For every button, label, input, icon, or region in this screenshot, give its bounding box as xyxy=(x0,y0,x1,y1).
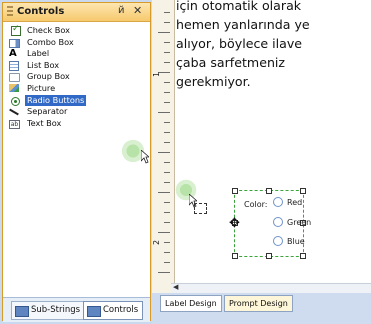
resize-handle[interactable] xyxy=(232,253,238,259)
radio-label: Green xyxy=(287,218,312,227)
control-item-label: Check Box xyxy=(27,25,71,35)
resize-handle[interactable] xyxy=(232,188,238,194)
control-item-label: List Box xyxy=(27,59,60,70)
radio-red[interactable]: Red xyxy=(273,197,302,207)
ruler-number: 2 xyxy=(152,239,162,246)
label-icon: A xyxy=(9,48,17,60)
tab-sub-strings[interactable]: Sub-Strings xyxy=(11,301,86,320)
drag-cursor-icon xyxy=(141,150,149,164)
description-line: gerekmiyor. xyxy=(176,74,251,89)
tab-label: Sub-Strings xyxy=(31,305,81,315)
description-line: için otomatik olarak xyxy=(176,0,302,13)
design-tab-strip: Label Design Prompt Design xyxy=(152,293,371,324)
resize-handle[interactable] xyxy=(266,253,272,259)
control-item-label: Combo Box xyxy=(27,36,74,47)
radio-label: Blue xyxy=(287,237,305,246)
description-line: hemen yanlarında ye xyxy=(176,17,310,32)
pin-icon[interactable]: й xyxy=(118,5,125,16)
tab-label-design[interactable]: Label Design xyxy=(160,295,222,312)
control-item-check-box[interactable]: Check Box xyxy=(9,24,119,37)
combobox-icon xyxy=(9,38,20,48)
move-cursor-icon: ✥ xyxy=(229,216,240,231)
drag-box-icon xyxy=(194,203,207,214)
picture-icon xyxy=(9,83,19,92)
designer-area[interactable]: 1 2 için otomatik olarak hemen yanlarınd… xyxy=(152,0,371,324)
radio-blue[interactable]: Blue xyxy=(273,236,305,246)
radio-circle-icon xyxy=(273,197,283,207)
radio-circle-icon xyxy=(273,217,283,227)
description-text: için otomatik olarak hemen yanlarında ye… xyxy=(176,0,310,91)
resize-handle[interactable] xyxy=(300,253,306,259)
groupbox-icon xyxy=(9,73,20,83)
control-item-list-box[interactable]: List Box xyxy=(9,60,119,72)
controls-icon xyxy=(87,306,101,317)
control-item-group-box[interactable]: Group Box xyxy=(9,71,119,83)
control-item-label: Text Box xyxy=(27,117,62,128)
control-item-label: Radio Buttons xyxy=(25,94,87,107)
resize-handle[interactable] xyxy=(300,188,306,194)
listbox-icon xyxy=(9,60,19,71)
ruler-number: 1 xyxy=(152,71,162,78)
separator-icon xyxy=(9,108,19,116)
control-item-separator[interactable]: Separator xyxy=(9,106,119,118)
control-item-label: Group Box xyxy=(27,71,70,82)
radio-label: Red xyxy=(287,198,303,207)
vertical-ruler: 1 2 xyxy=(152,0,175,300)
panel-tab-strip: Sub-Strings Controls xyxy=(3,297,150,322)
control-item-label: Label xyxy=(27,48,50,59)
control-item-label: Separator xyxy=(27,106,68,117)
controls-list: Check Box Combo Box A Label List Box Gro… xyxy=(9,24,119,130)
close-icon[interactable]: ✕ xyxy=(133,4,142,17)
control-item-picture[interactable]: Picture xyxy=(9,83,119,95)
sub-strings-icon xyxy=(15,306,29,317)
radio-green[interactable]: Green xyxy=(273,217,311,227)
panel-header[interactable]: Controls й ✕ xyxy=(3,3,150,22)
tab-label: Controls xyxy=(103,305,139,315)
control-item-label[interactable]: A Label xyxy=(9,48,119,60)
radio-icon xyxy=(11,96,20,106)
textbox-icon: ab xyxy=(9,119,20,129)
tab-controls[interactable]: Controls xyxy=(83,301,144,320)
resize-handle[interactable] xyxy=(266,188,272,194)
checkbox-icon xyxy=(11,24,21,36)
grip-icon[interactable] xyxy=(7,6,13,18)
control-item-text-box[interactable]: ab Text Box xyxy=(9,118,119,130)
radio-circle-icon xyxy=(273,236,283,246)
description-line: çaba sarfetmeniz xyxy=(176,55,286,70)
description-line: alıyor, böylece ilave xyxy=(176,36,303,51)
tab-prompt-design[interactable]: Prompt Design xyxy=(224,295,293,312)
scroll-left-icon[interactable]: ◀ xyxy=(173,283,183,292)
control-item-combo-box[interactable]: Combo Box xyxy=(9,37,119,49)
panel-title: Controls xyxy=(17,6,65,17)
control-item-radio-buttons[interactable]: Radio Buttons xyxy=(9,94,119,107)
control-item-label: Picture xyxy=(27,82,56,93)
color-label: Color: xyxy=(244,200,268,209)
